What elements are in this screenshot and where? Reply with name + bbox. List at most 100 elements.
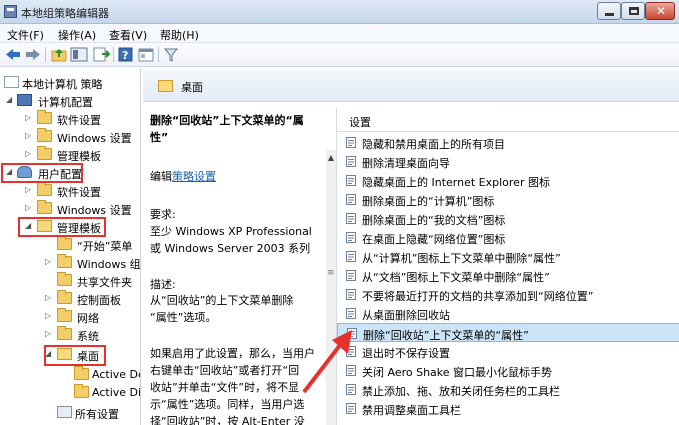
filter-icon[interactable] — [162, 46, 180, 63]
toolbar: ? — [0, 43, 679, 67]
setting-row[interactable]: 删除清理桌面向导 — [337, 152, 679, 171]
setting-row[interactable]: 从“文档”图标上下文菜单中删除“属性” — [337, 266, 679, 285]
scroll-up-arrow-icon[interactable]: ▲ — [326, 153, 336, 162]
setting-label: 关闭 Aero Shake 窗口最小化鼠标手势 — [362, 366, 553, 379]
policy-title-line-1: 删除“回收站”上下文菜单的“属 — [150, 114, 304, 127]
policy-setting-icon — [346, 232, 356, 243]
tree-node-label: 软件设置 — [57, 186, 101, 199]
setting-row[interactable]: 删除“回收站”上下文菜单的“属性” — [337, 323, 679, 342]
back-arrow-icon[interactable] — [4, 46, 22, 63]
collapse-arrow-icon[interactable]: ▷ — [25, 149, 33, 158]
scroll-grip-icon[interactable]: ≡ — [327, 268, 335, 278]
requirements-label: 要求: — [150, 208, 176, 221]
setting-row[interactable]: 禁用调整桌面工具栏 — [337, 399, 679, 418]
navigation-tree[interactable]: 本地计算机 策略 ◢ 计算机配置 ▷ 软件设置 ▷ Windows 设置 ▷ 管… — [0, 68, 141, 425]
collapse-arrow-icon[interactable]: ▷ — [25, 185, 33, 194]
tree-node-label: 共享文件夹 — [77, 276, 132, 289]
collapse-arrow-icon[interactable]: ▷ — [25, 203, 33, 212]
setting-label: 从“文档”图标上下文菜单中删除“属性” — [362, 271, 550, 284]
setting-row[interactable]: 退出时不保存设置 — [337, 342, 679, 361]
setting-row[interactable]: 在桌面上隐藏“网络位置”图标 — [337, 228, 679, 247]
folder-icon — [37, 110, 52, 124]
help-icon[interactable]: ? — [117, 46, 135, 63]
edit-prefix: 编辑 — [150, 170, 172, 183]
folder-icon — [37, 200, 52, 214]
collapse-arrow-icon[interactable]: ▷ — [45, 293, 53, 302]
setting-row[interactable]: 禁止添加、拖、放和关闭任务栏的工具栏 — [337, 380, 679, 399]
setting-label: 删除清理桌面向导 — [362, 157, 450, 170]
folder-icon — [37, 128, 52, 142]
setting-row[interactable]: 隐藏和禁用桌面上的所有项目 — [337, 133, 679, 152]
settings-column-header[interactable]: 设置 — [337, 108, 679, 132]
toolbar-separator — [45, 47, 46, 62]
folder-icon — [37, 146, 52, 160]
setting-label: 删除桌面上的“我的文档”图标 — [362, 214, 506, 227]
folder-icon — [57, 326, 72, 340]
tree-node-label: 所有设置 — [75, 408, 119, 421]
details-header-title: 桌面 — [181, 81, 203, 94]
policy-setting-icon — [346, 270, 356, 281]
edit-policy-link[interactable]: 策略设置 — [172, 170, 216, 183]
policy-icon — [4, 76, 19, 88]
menu-action[interactable]: 操作(A) — [58, 27, 96, 43]
properties-icon[interactable] — [137, 46, 155, 63]
export-list-icon[interactable] — [92, 46, 111, 63]
setting-label: 删除桌面上的“计算机”图标 — [362, 195, 495, 208]
menu-bar: 文件(F) 操作(A) 查看(V) 帮助(H) — [0, 24, 679, 43]
setting-row[interactable]: 从桌面删除回收站 — [337, 304, 679, 323]
description-line-2: “属性”选项。 — [150, 311, 217, 324]
tree-node-label: 控制面板 — [77, 294, 121, 307]
setting-row[interactable]: 隐藏桌面上的 Internet Explorer 图标 — [337, 171, 679, 190]
menu-view[interactable]: 查看(V) — [109, 27, 147, 43]
description-more-line-1: 如果启用了此设置，那么，当用户 — [150, 347, 315, 360]
red-pointer-arrow — [302, 330, 352, 394]
toolbar-separator — [113, 47, 114, 62]
menu-help[interactable]: 帮助(H) — [160, 27, 199, 43]
expand-arrow-icon[interactable]: ◢ — [6, 95, 14, 104]
highlight-box-user-config — [1, 163, 83, 183]
close-button[interactable]: ✕ — [645, 2, 675, 20]
collapse-arrow-icon[interactable]: ▷ — [25, 131, 33, 140]
minimize-button[interactable] — [597, 2, 621, 20]
setting-row[interactable]: 删除桌面上的“我的文档”图标 — [337, 209, 679, 228]
requirements-line-1: 至少 Windows XP Professional — [150, 225, 312, 238]
title-bar: 本地组策略编辑器 ✕ — [0, 0, 679, 24]
forward-arrow-icon[interactable] — [24, 46, 42, 63]
collapse-arrow-icon[interactable]: ▷ — [25, 113, 33, 122]
collapse-arrow-icon[interactable]: ▷ — [45, 257, 53, 266]
policy-editor-app-icon — [4, 5, 17, 18]
setting-label: 从“计算机”图标上下文菜单中删除“属性” — [362, 252, 561, 265]
settings-list-icon — [57, 406, 72, 418]
menu-file[interactable]: 文件(F) — [7, 27, 44, 43]
setting-label: 从桌面删除回收站 — [362, 309, 450, 322]
group-policy-editor-window: 本地组策略编辑器 ✕ 文件(F) 操作(A) 查看(V) 帮助(H) ? 本地计… — [0, 0, 679, 425]
tree-node-label: Windows 组件 — [77, 258, 141, 271]
folder-icon — [57, 308, 72, 322]
toolbar-separator — [158, 47, 159, 62]
collapse-arrow-icon[interactable]: ▷ — [45, 311, 53, 320]
setting-row[interactable]: 关闭 Aero Shake 窗口最小化鼠标手势 — [337, 361, 679, 380]
up-folder-icon[interactable] — [50, 46, 68, 63]
svg-text:?: ? — [122, 49, 128, 62]
tree-node-label: 管理模板 — [57, 150, 101, 163]
tree-node-label: “开始”菜单 — [77, 240, 133, 253]
policy-setting-icon — [346, 175, 356, 186]
tree-node-label: Windows 设置 — [57, 204, 132, 217]
setting-row[interactable]: 删除桌面上的“计算机”图标 — [337, 190, 679, 209]
edit-policy-line: 编辑策略设置 — [150, 168, 216, 185]
collapse-arrow-icon[interactable]: ▷ — [45, 329, 53, 338]
maximize-button[interactable] — [621, 2, 645, 20]
policy-setting-icon — [346, 137, 356, 148]
policy-setting-icon — [346, 308, 356, 319]
policy-setting-icon — [346, 403, 356, 414]
policy-description-pane: 删除“回收站”上下文菜单的“属 性” 编辑策略设置 要求: 至少 Windows… — [143, 102, 323, 425]
description-more-line-2: 右键单击“回收站”或者打开“回 — [150, 364, 300, 377]
tree-node-label: 网络 — [77, 312, 99, 325]
folder-icon — [37, 182, 52, 196]
folder-icon — [57, 290, 72, 304]
setting-row[interactable]: 不要将最近打开的文档的共享添加到“网络位置” — [337, 285, 679, 304]
highlight-box-admin-templates — [18, 217, 106, 237]
show-hide-tree-icon[interactable] — [70, 46, 88, 63]
setting-row[interactable]: 从“计算机”图标上下文菜单中删除“属性” — [337, 247, 679, 266]
setting-label: 禁止添加、拖、放和关闭任务栏的工具栏 — [362, 385, 560, 398]
